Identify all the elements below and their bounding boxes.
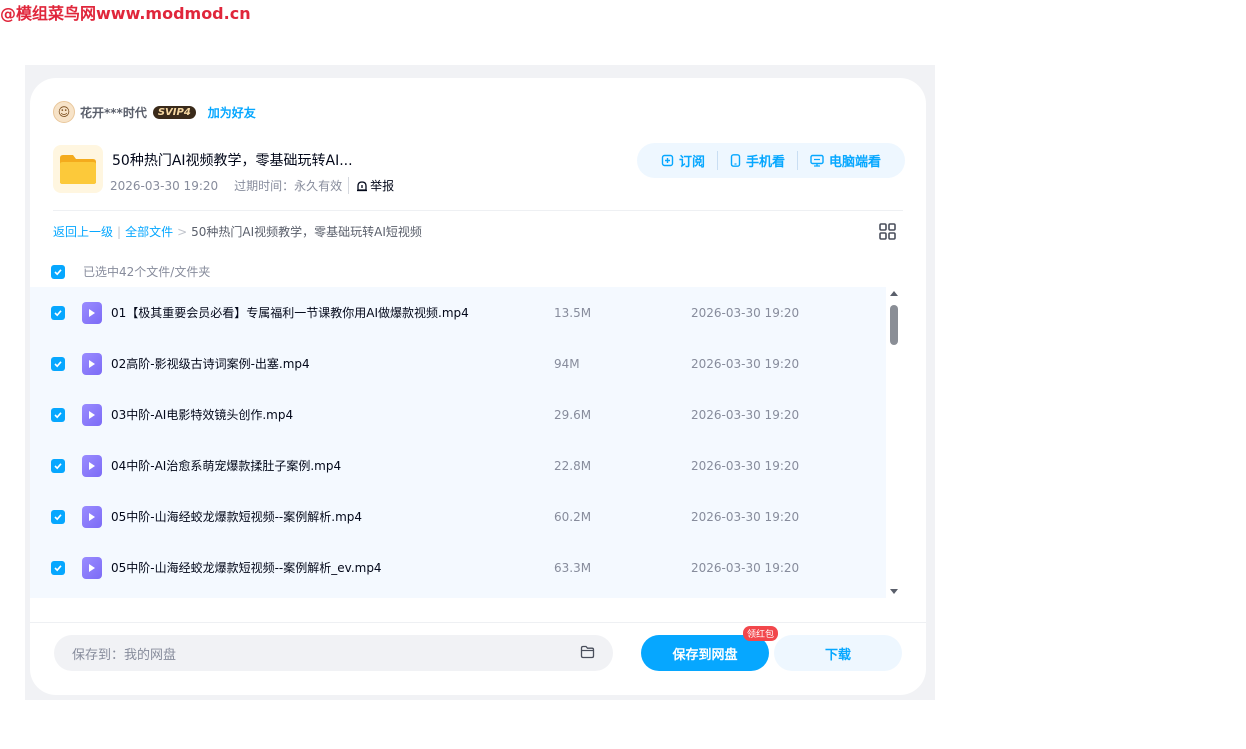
subscribe-button[interactable]: 订阅: [649, 151, 717, 170]
share-card: ☺ 花开***时代 SVIP4 加为好友 50种热门AI视频教学，零基础玩转AI…: [30, 78, 926, 695]
file-date: 2026-03-30 19:20: [691, 458, 800, 473]
report-button[interactable]: 举报: [348, 177, 394, 194]
file-date: 2026-03-30 19:20: [691, 305, 800, 320]
page-backdrop: ☺ 花开***时代 SVIP4 加为好友 50种热门AI视频教学，零基础玩转AI…: [25, 65, 935, 700]
breadcrumb-separator: >: [177, 224, 188, 239]
select-all-row: 已选中42个文件/文件夹: [51, 263, 210, 280]
video-file-icon: [82, 505, 102, 528]
expire-value: 永久有效: [294, 179, 343, 193]
report-label: 举报: [370, 179, 395, 193]
mobile-view-label: 手机看: [745, 155, 785, 170]
breadcrumb-back[interactable]: 返回上一级: [53, 223, 113, 240]
file-date: 2026-03-30 19:20: [691, 407, 800, 422]
file-name[interactable]: 05中阶-山海经蛟龙爆款短视频--案例解析_ev.mp4: [111, 559, 382, 576]
check-icon: [54, 411, 62, 418]
file-list-scrollbar[interactable]: [886, 287, 902, 598]
share-actions: 订阅 手机看 电脑端看: [636, 143, 905, 178]
table-row[interactable]: 03中阶-AI电影特效镜头创作.mp4 29.6M 2026-03-30 19:…: [30, 389, 886, 440]
save-location-field[interactable]: 保存到： 我的网盘: [54, 635, 613, 671]
row-checkbox[interactable]: [51, 305, 65, 320]
table-row[interactable]: 04中阶-AI治愈系萌宠爆款揉肚子案例.mp4 22.8M 2026-03-30…: [30, 440, 886, 491]
row-checkbox[interactable]: [51, 509, 65, 524]
phone-icon: [730, 154, 741, 167]
save-location-value: 我的网盘: [124, 647, 177, 663]
row-checkbox[interactable]: [51, 560, 65, 575]
file-list: 01【极其重要会员必看】专属福利一节课教你用AI做爆款视频.mp4 13.5M …: [30, 287, 886, 598]
video-file-icon: [82, 454, 102, 477]
avatar[interactable]: ☺: [53, 101, 75, 123]
share-meta: 2026-03-30 19:20 过期时间： 永久有效 举报: [110, 177, 394, 194]
video-file-icon: [82, 403, 102, 426]
check-icon: [54, 268, 62, 275]
sharer-name: 花开***时代: [80, 105, 147, 120]
file-size: 13.5M: [554, 305, 592, 320]
breadcrumb: 返回上一级 | 全部文件 > 50种热门AI视频教学，零基础玩转AI短视频: [53, 223, 422, 240]
table-row[interactable]: 02高阶-影视级古诗词案例-出塞.mp4 94M 2026-03-30 19:2…: [30, 338, 886, 389]
check-icon: [54, 309, 62, 316]
folder-picker-icon[interactable]: [580, 645, 595, 659]
file-date: 2026-03-30 19:20: [691, 509, 800, 524]
save-location-label: 保存到：: [72, 647, 125, 663]
breadcrumb-current: 50种热门AI视频教学，零基础玩转AI短视频: [191, 225, 422, 239]
file-size: 29.6M: [554, 407, 592, 422]
header-divider: [53, 210, 903, 211]
video-file-icon: [82, 352, 102, 375]
video-file-icon: [82, 556, 102, 579]
share-title: 50种热门AI视频教学，零基础玩转AI...: [112, 153, 353, 169]
vip-badge: SVIP4: [152, 105, 196, 119]
check-icon: [54, 462, 62, 469]
file-name[interactable]: 03中阶-AI电影特效镜头创作.mp4: [111, 406, 293, 423]
table-row[interactable]: 05中阶-山海经蛟龙爆款短视频--案例解析_ev.mp4 63.3M 2026-…: [30, 542, 886, 593]
desktop-view-label: 电脑端看: [828, 155, 881, 170]
file-size: 22.8M: [554, 458, 592, 473]
grid-view-icon[interactable]: [879, 223, 896, 244]
mobile-view-button[interactable]: 手机看: [716, 151, 797, 170]
report-icon: [357, 180, 368, 191]
row-checkbox[interactable]: [51, 458, 65, 473]
select-all-checkbox[interactable]: [51, 264, 65, 279]
file-name[interactable]: 04中阶-AI治愈系萌宠爆款揉肚子案例.mp4: [111, 457, 341, 474]
file-date: 2026-03-30 19:20: [691, 356, 800, 371]
subscribe-icon: [661, 154, 674, 167]
desktop-view-button[interactable]: 电脑端看: [796, 151, 893, 170]
video-file-icon: [82, 301, 102, 324]
check-icon: [54, 360, 62, 367]
scroll-up-arrow-icon[interactable]: [890, 291, 898, 296]
check-icon: [54, 513, 62, 520]
selection-count: 已选中42个文件/文件夹: [83, 265, 211, 279]
expire-label: 过期时间：: [234, 179, 295, 193]
file-name[interactable]: 05中阶-山海经蛟龙爆款短视频--案例解析.mp4: [111, 508, 362, 525]
breadcrumb-all-files[interactable]: 全部文件: [125, 223, 173, 240]
file-size: 60.2M: [554, 509, 592, 524]
add-friend-link[interactable]: 加为好友: [208, 104, 256, 121]
watermark-text: @模组菜鸟网www.modmod.cn: [0, 4, 251, 23]
share-created-time: 2026-03-30 19:20: [110, 178, 219, 193]
file-name[interactable]: 01【极其重要会员必看】专属福利一节课教你用AI做爆款视频.mp4: [111, 304, 469, 321]
download-button[interactable]: 下载: [774, 635, 902, 671]
red-packet-badge: 领红包: [743, 626, 779, 641]
file-size: 63.3M: [554, 560, 592, 575]
footer-divider: [30, 622, 926, 623]
scroll-down-arrow-icon[interactable]: [890, 589, 898, 594]
table-row[interactable]: 01【极其重要会员必看】专属福利一节课教你用AI做爆款视频.mp4 13.5M …: [30, 287, 886, 338]
table-row[interactable]: 05中阶-山海经蛟龙爆款短视频--案例解析.mp4 60.2M 2026-03-…: [30, 491, 886, 542]
check-icon: [54, 564, 62, 571]
file-name[interactable]: 02高阶-影视级古诗词案例-出塞.mp4: [111, 355, 310, 372]
file-size: 94M: [554, 356, 580, 371]
row-checkbox[interactable]: [51, 407, 65, 422]
file-date: 2026-03-30 19:20: [691, 560, 800, 575]
monitor-icon: [810, 154, 824, 167]
subscribe-label: 订阅: [678, 155, 705, 170]
row-checkbox[interactable]: [51, 356, 65, 371]
breadcrumb-divider: |: [117, 224, 122, 239]
folder-icon: [53, 145, 103, 193]
scrollbar-thumb[interactable]: [890, 305, 898, 345]
sharer-info: ☺ 花开***时代 SVIP4 加为好友: [53, 101, 256, 123]
